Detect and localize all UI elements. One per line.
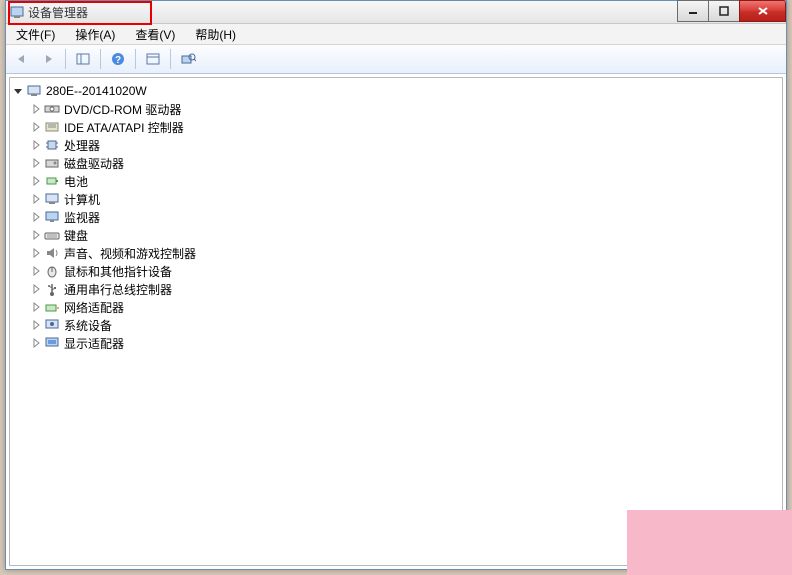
tree-node[interactable]: 电池	[30, 172, 780, 190]
svg-text:?: ?	[115, 55, 121, 66]
expand-icon[interactable]	[30, 319, 42, 331]
tree-node[interactable]: 处理器	[30, 136, 780, 154]
tree-node-label: 电池	[64, 173, 88, 190]
tree-node[interactable]: 显示适配器	[30, 334, 780, 352]
tree-node-label: 磁盘驱动器	[64, 155, 124, 172]
expand-icon[interactable]	[30, 283, 42, 295]
tree-root-label: 280E--20141020W	[46, 84, 147, 98]
tree-node-label: 鼠标和其他指针设备	[64, 263, 172, 280]
expand-icon[interactable]	[30, 229, 42, 241]
tree-node[interactable]: 通用串行总线控制器	[30, 280, 780, 298]
computer-icon	[26, 83, 42, 99]
show-hide-tree-button[interactable]	[71, 47, 95, 71]
menu-file[interactable]: 文件(F)	[12, 24, 59, 45]
tree-node-label: 通用串行总线控制器	[64, 281, 172, 298]
toolbar-separator	[170, 49, 171, 69]
battery-icon	[44, 173, 60, 189]
expand-icon[interactable]	[30, 301, 42, 313]
tree-node-label: 声音、视频和游戏控制器	[64, 245, 196, 262]
toolbar-separator	[135, 49, 136, 69]
forward-button[interactable]	[36, 47, 60, 71]
back-button[interactable]	[10, 47, 34, 71]
toolbar-separator	[65, 49, 66, 69]
tree-node-label: DVD/CD-ROM 驱动器	[64, 101, 181, 118]
tree-node-label: 处理器	[64, 137, 100, 154]
tree-node[interactable]: 磁盘驱动器	[30, 154, 780, 172]
app-icon	[10, 5, 24, 19]
tree-node[interactable]: 监视器	[30, 208, 780, 226]
menu-help[interactable]: 帮助(H)	[191, 24, 240, 45]
tree-node[interactable]: DVD/CD-ROM 驱动器	[30, 100, 780, 118]
keyboard-icon	[44, 227, 60, 243]
system-device-icon	[44, 317, 60, 333]
tree-node-label: 键盘	[64, 227, 88, 244]
network-adapter-icon	[44, 299, 60, 315]
collapse-icon[interactable]	[12, 85, 24, 97]
tree-node[interactable]: 键盘	[30, 226, 780, 244]
tree-node-label: 显示适配器	[64, 335, 124, 352]
window-controls	[678, 0, 786, 20]
tree-node[interactable]: IDE ATA/ATAPI 控制器	[30, 118, 780, 136]
scan-hardware-button[interactable]	[176, 47, 200, 71]
menu-view[interactable]: 查看(V)	[131, 24, 179, 45]
pink-overlay	[627, 510, 792, 575]
mouse-icon	[44, 263, 60, 279]
window-title: 设备管理器	[28, 4, 88, 21]
usb-icon	[44, 281, 60, 297]
expand-icon[interactable]	[30, 247, 42, 259]
computer-icon	[44, 191, 60, 207]
expand-icon[interactable]	[30, 157, 42, 169]
processor-icon	[44, 137, 60, 153]
expand-icon[interactable]	[30, 211, 42, 223]
ide-controller-icon	[44, 119, 60, 135]
menu-bar: 文件(F) 操作(A) 查看(V) 帮助(H)	[6, 24, 786, 45]
menu-action[interactable]: 操作(A)	[71, 24, 119, 45]
dvd-drive-icon	[44, 101, 60, 117]
expand-icon[interactable]	[30, 193, 42, 205]
expand-icon[interactable]	[30, 103, 42, 115]
tree-node[interactable]: 鼠标和其他指针设备	[30, 262, 780, 280]
tree-node-label: IDE ATA/ATAPI 控制器	[64, 119, 184, 136]
close-button[interactable]	[739, 0, 786, 22]
maximize-button[interactable]	[708, 0, 740, 22]
device-manager-window: 设备管理器 文件(F) 操作(A) 查看(V) 帮助(H)	[5, 0, 787, 570]
tree-node[interactable]: 计算机	[30, 190, 780, 208]
minimize-button[interactable]	[677, 0, 709, 22]
toolbar: ?	[6, 45, 786, 74]
tree-node-label: 监视器	[64, 209, 100, 226]
device-tree-panel[interactable]: 280E--20141020W DVD/CD-ROM 驱动器 IDE ATA/A…	[9, 77, 783, 566]
toolbar-separator	[100, 49, 101, 69]
tree-node[interactable]: 声音、视频和游戏控制器	[30, 244, 780, 262]
display-adapter-icon	[44, 335, 60, 351]
tree-root[interactable]: 280E--20141020W	[12, 82, 780, 100]
tree-node-label: 网络适配器	[64, 299, 124, 316]
help-button[interactable]: ?	[106, 47, 130, 71]
disk-drive-icon	[44, 155, 60, 171]
expand-icon[interactable]	[30, 337, 42, 349]
tree-node-label: 计算机	[64, 191, 100, 208]
tree-node[interactable]: 网络适配器	[30, 298, 780, 316]
tree-node[interactable]: 系统设备	[30, 316, 780, 334]
expand-icon[interactable]	[30, 175, 42, 187]
expand-icon[interactable]	[30, 139, 42, 151]
expand-icon[interactable]	[30, 265, 42, 277]
properties-button[interactable]	[141, 47, 165, 71]
title-bar: 设备管理器	[6, 1, 786, 24]
sound-icon	[44, 245, 60, 261]
tree-node-label: 系统设备	[64, 317, 112, 334]
expand-icon[interactable]	[30, 121, 42, 133]
monitor-icon	[44, 209, 60, 225]
